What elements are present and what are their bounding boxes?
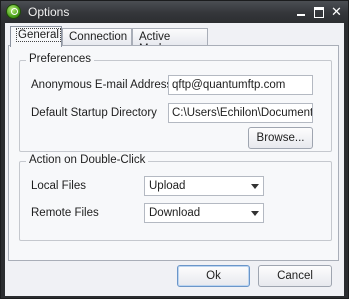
window-title: Options [28,5,70,19]
local-files-value: Upload [149,180,186,192]
tab-connection[interactable]: Connection [62,28,132,46]
tab-general-label: General [16,28,61,42]
local-files-select[interactable]: Upload [144,176,264,196]
tab-connection-label: Connection [69,31,128,43]
chevron-down-icon [251,211,259,216]
double-click-group: Action on Double-Click Local Files Uploa… [19,154,332,241]
maximize-icon[interactable] [312,6,325,18]
tab-active-mode[interactable]: Active Mode [132,28,208,55]
preferences-group: Preferences Anonymous E-mail Address qft… [19,53,332,152]
preferences-group-title: Preferences [26,53,95,65]
tab-general[interactable]: General [10,26,62,47]
remote-files-select[interactable]: Download [144,203,264,223]
email-label: Anonymous E-mail Address [31,79,173,91]
general-tab-panel: Preferences Anonymous E-mail Address qft… [8,45,339,261]
double-click-group-title: Action on Double-Click [26,154,149,166]
remote-files-value: Download [149,207,201,219]
close-icon[interactable]: ✕ [330,5,343,18]
startup-directory-label: Default Startup Directory [31,107,157,119]
local-files-label: Local Files [31,180,86,192]
app-icon[interactable] [6,4,21,19]
browse-button[interactable]: Browse... [248,127,313,149]
ok-button[interactable]: Ok [177,265,250,287]
options-window: Options ✕ General Connection Active Mode… [0,0,349,299]
title-bar[interactable]: Options ✕ [1,1,348,23]
minimize-icon[interactable] [294,6,307,18]
tab-strip: General Connection Active Mode [8,26,338,55]
chevron-down-icon [251,184,259,189]
dialog-client-area: General Connection Active Mode Preferenc… [5,23,344,296]
startup-directory-field[interactable]: C:\Users\Echilon\Documents [168,103,313,123]
email-field[interactable]: qftp@quantumftp.com [168,75,313,95]
cancel-button[interactable]: Cancel [258,265,332,287]
remote-files-label: Remote Files [31,207,99,219]
